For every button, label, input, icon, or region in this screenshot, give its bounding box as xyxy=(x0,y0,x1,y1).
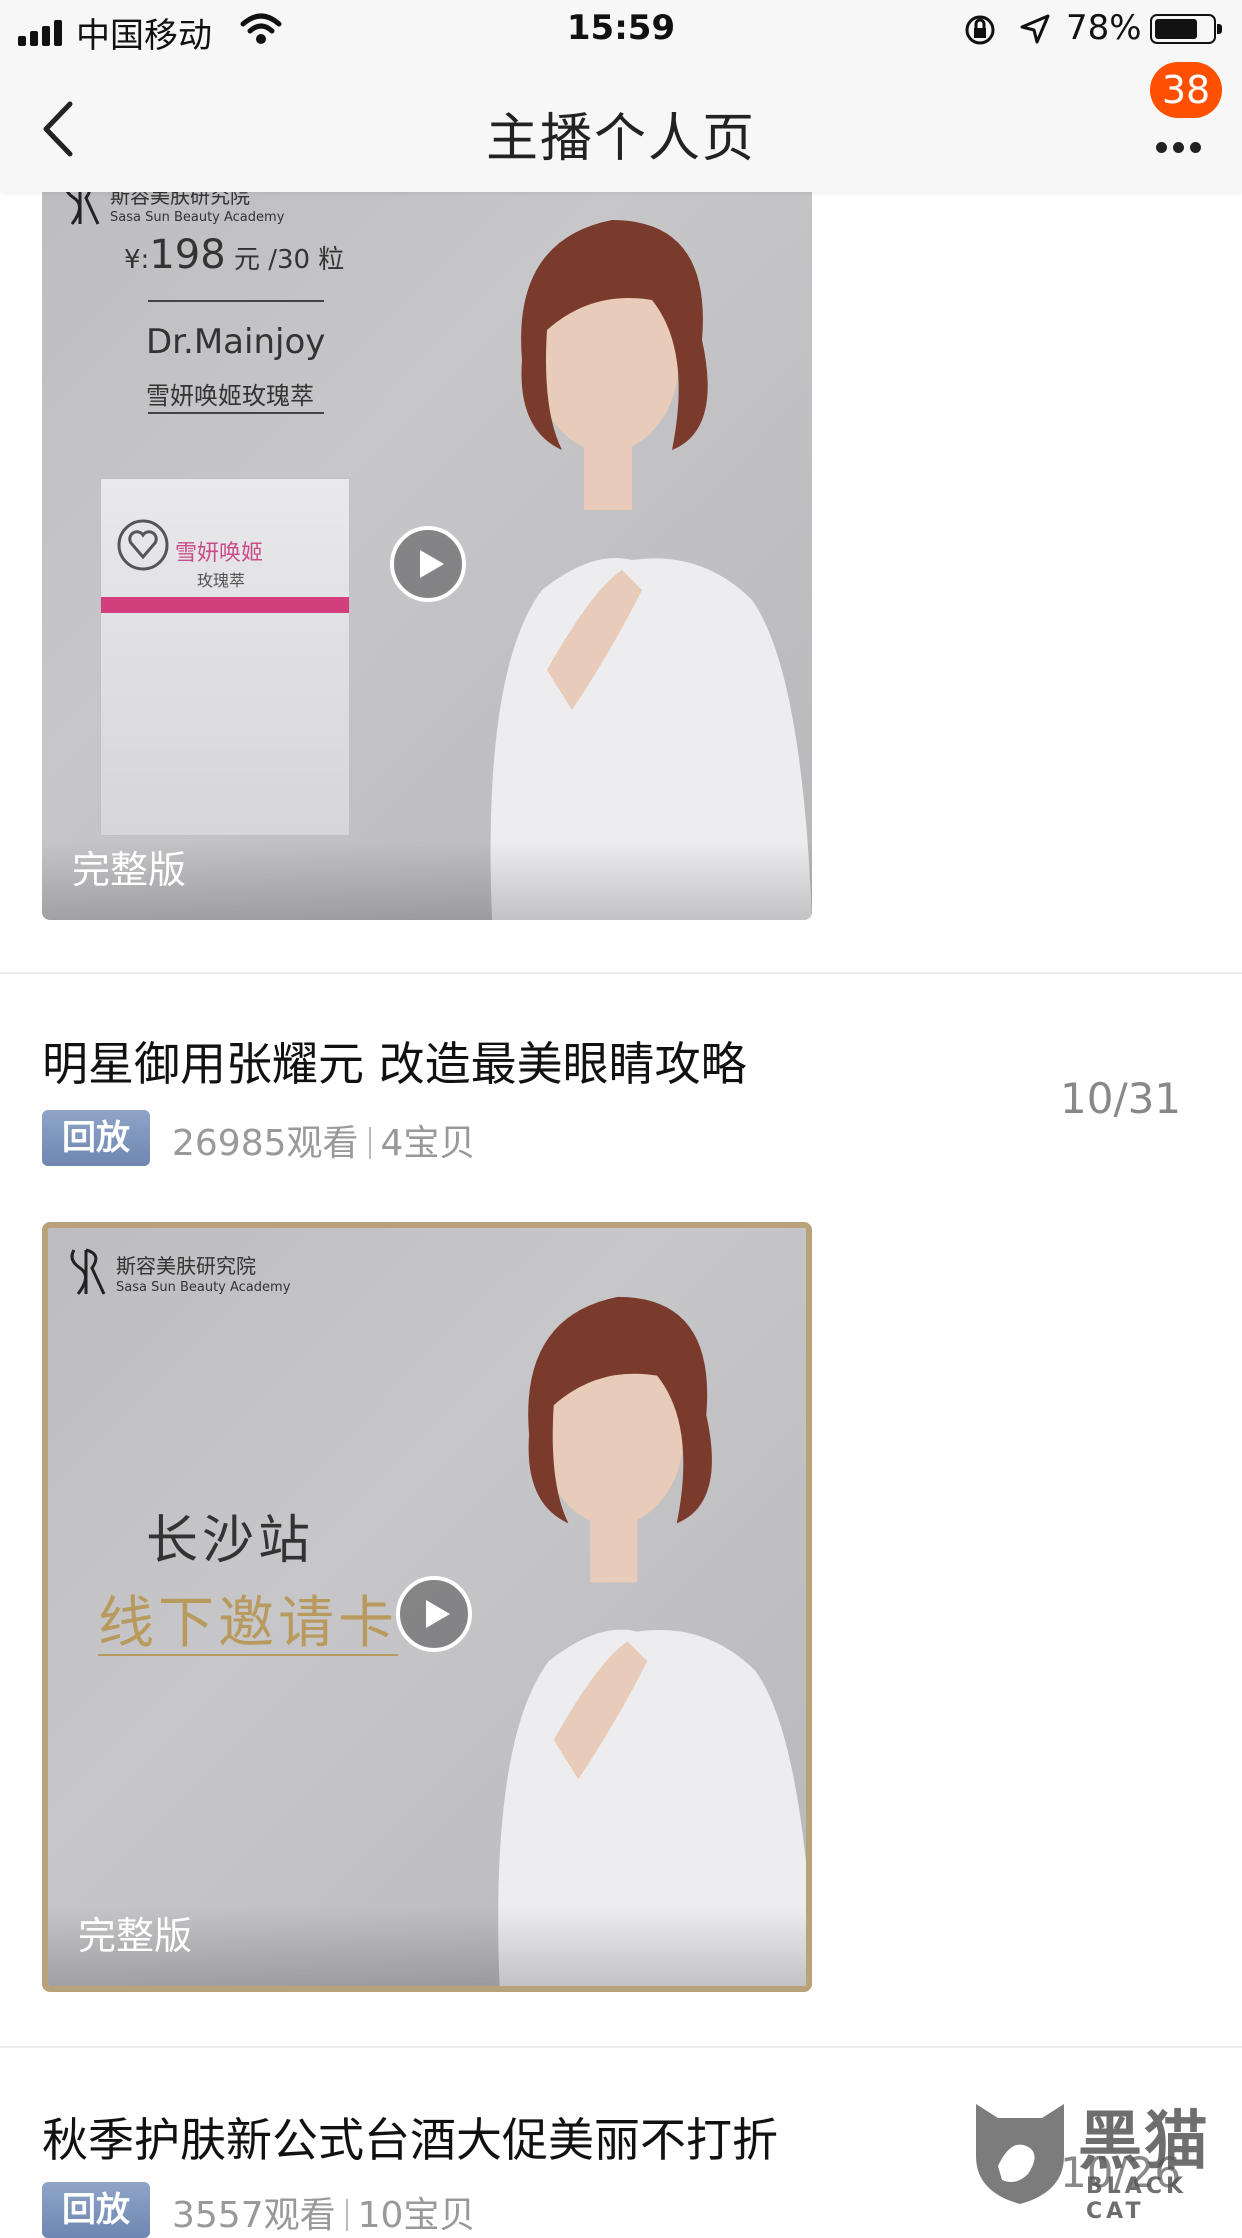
full-version-label: 完整版 xyxy=(72,848,187,892)
battery-icon xyxy=(1150,14,1222,44)
video-thumbnail[interactable]: 斯容美肤研究院 Sasa Sun Beauty Academy 长沙站 线下邀请… xyxy=(42,1222,812,1992)
academy-name: 斯容美肤研究院 xyxy=(116,1254,256,1278)
view-count: 3557观看 xyxy=(172,2195,336,2236)
view-count: 26985观看 xyxy=(172,1123,359,1164)
video-title[interactable]: 明星御用张耀元 改造最美眼睛攻略 xyxy=(42,1028,747,1094)
academy-logo xyxy=(70,1248,106,1295)
watermark-text: 黑猫 xyxy=(1078,2105,1210,2179)
academy-name-en: Sasa Sun Beauty Academy xyxy=(110,210,285,225)
status-bar: 中国移动 15:59 78% xyxy=(0,0,1242,62)
navigation-bar: 主播个人页 38 xyxy=(0,62,1242,192)
section-divider xyxy=(0,972,1242,974)
item-count: 10宝贝 xyxy=(357,2195,476,2236)
box-product-sub: 玫瑰萃 xyxy=(197,571,246,590)
product-price: ¥:198 元 /30 粒 xyxy=(124,232,345,278)
video-title[interactable]: 秋季护肤新公式台酒大促美丽不打折 xyxy=(42,2104,778,2170)
video-date: 10/31 xyxy=(1060,1074,1182,1123)
event-invite-title: 线下邀请卡 xyxy=(98,1591,398,1656)
orientation-lock-icon xyxy=(965,15,995,45)
full-version-label: 完整版 xyxy=(78,1914,193,1958)
watermark-text-en: BLACK CAT xyxy=(1086,2174,1188,2224)
cat-shield-icon xyxy=(976,2104,1064,2204)
more-options-button[interactable] xyxy=(1140,110,1216,170)
item-count: 4宝贝 xyxy=(380,1123,476,1164)
battery-percent: 78% xyxy=(1066,8,1142,48)
video-stats: 3557观看 10宝贝 xyxy=(172,2186,475,2238)
video-thumbnail[interactable]: 斯容美肤研究院 Sasa Sun Beauty Academy ¥:198 元 … xyxy=(42,150,812,920)
page-title: 主播个人页 xyxy=(485,109,756,169)
replay-badge: 回放 xyxy=(42,1110,150,1166)
video-stats: 26985观看 4宝贝 xyxy=(172,1114,475,1166)
product-box-image: 雪妍唤姬 玫瑰萃 xyxy=(100,478,350,836)
event-city: 长沙站 xyxy=(146,1511,315,1571)
box-product-name: 雪妍唤姬 xyxy=(175,541,264,566)
replay-badge: 回放 xyxy=(42,2182,150,2238)
section-divider xyxy=(0,2046,1242,2048)
academy-name-en: Sasa Sun Beauty Academy xyxy=(116,1280,291,1295)
black-cat-watermark: 黑猫 BLACK CAT xyxy=(968,2090,1242,2224)
full-version-overlay: 完整版 xyxy=(48,1906,806,1986)
notification-badge[interactable]: 38 xyxy=(1150,62,1222,118)
product-emblem-icon xyxy=(117,519,169,571)
divider-line xyxy=(98,1654,398,1656)
full-version-overlay: 完整版 xyxy=(42,840,812,920)
divider-line xyxy=(148,300,324,302)
clock: 15:59 xyxy=(566,8,676,48)
play-icon[interactable] xyxy=(394,1574,474,1654)
location-arrow-icon xyxy=(1020,14,1050,44)
play-icon[interactable] xyxy=(388,524,468,604)
divider-line xyxy=(148,412,324,414)
product-brand: Dr.Mainjoy xyxy=(146,322,326,362)
product-name: 雪妍唤姬玫瑰萃 xyxy=(146,382,314,410)
